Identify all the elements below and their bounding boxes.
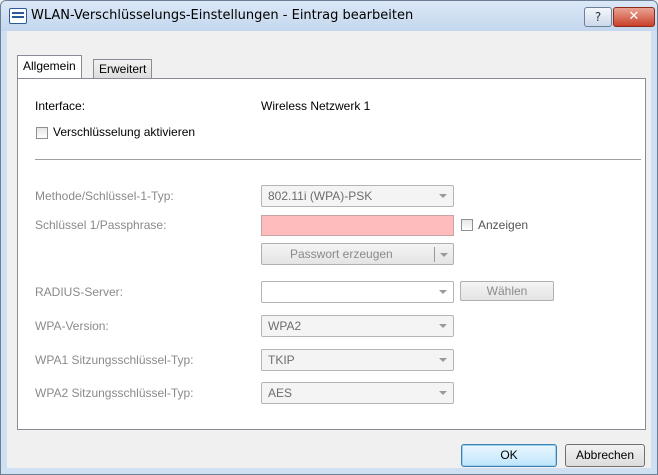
section-divider: [35, 159, 641, 160]
split-button-divider: [434, 247, 435, 262]
method-label: Methode/Schlüssel-1-Typ:: [35, 189, 174, 203]
show-passphrase-checkbox[interactable]: [461, 219, 473, 231]
encryption-checkbox[interactable]: [36, 127, 48, 139]
chevron-down-icon: [439, 290, 447, 294]
chevron-down-icon: [439, 391, 447, 395]
interface-value: Wireless Netzwerk 1: [261, 99, 371, 113]
generate-password-button[interactable]: Passwort erzeugen: [261, 243, 454, 265]
chevron-down-icon: [439, 324, 447, 328]
wpa2-key-type-select[interactable]: AES: [261, 382, 454, 404]
title-bar[interactable]: WLAN-Verschlüsselungs-Einstellungen - Ei…: [1, 1, 657, 31]
wpa1-key-type-select[interactable]: TKIP: [261, 349, 454, 371]
close-button[interactable]: ✕: [613, 7, 655, 27]
interface-label: Interface:: [35, 99, 86, 113]
dialog-client-area: Allgemein Erweitert Interface: Wireless …: [7, 31, 651, 468]
window-title: WLAN-Verschlüsselungs-Einstellungen - Ei…: [31, 8, 414, 23]
tab-panel-allgemein: Interface: Wireless Netzwerk 1 Verschlüs…: [17, 78, 646, 430]
generate-password-label: Passwort erzeugen: [290, 247, 393, 261]
wpa1-key-type-value: TKIP: [268, 353, 295, 367]
chevron-down-icon: [439, 358, 447, 362]
wpa-version-select[interactable]: WPA2: [261, 315, 454, 337]
encryption-checkbox-label[interactable]: Verschlüsselung aktivieren: [53, 125, 195, 139]
help-button[interactable]: ?: [584, 7, 612, 27]
wpa-version-label: WPA-Version:: [35, 319, 109, 333]
choose-radius-button[interactable]: Wählen: [460, 281, 554, 301]
wpa1-key-type-label: WPA1 Sitzungsschlüssel-Typ:: [35, 353, 194, 367]
ok-button[interactable]: OK: [461, 444, 557, 467]
app-window-icon: [9, 8, 27, 24]
show-passphrase-label[interactable]: Anzeigen: [478, 218, 528, 232]
passphrase-label: Schlüssel 1/Passphrase:: [35, 218, 167, 232]
method-select-value: 802.11i (WPA)-PSK: [268, 189, 373, 203]
dialog-window: WLAN-Verschlüsselungs-Einstellungen - Ei…: [0, 0, 658, 475]
wpa-version-value: WPA2: [268, 319, 302, 333]
cancel-button[interactable]: Abbrechen: [565, 444, 645, 467]
tab-erweitert[interactable]: Erweitert: [93, 59, 153, 79]
wpa2-key-type-value: AES: [268, 386, 293, 400]
radius-server-label: RADIUS-Server:: [35, 285, 124, 299]
tab-allgemein[interactable]: Allgemein: [17, 55, 82, 79]
method-select[interactable]: 802.11i (WPA)-PSK: [261, 185, 454, 207]
chevron-down-icon[interactable]: [440, 253, 448, 257]
passphrase-input[interactable]: [261, 215, 454, 236]
wpa2-key-type-label: WPA2 Sitzungsschlüssel-Typ:: [35, 386, 194, 400]
chevron-down-icon: [439, 194, 447, 198]
radius-server-select[interactable]: [261, 281, 454, 303]
